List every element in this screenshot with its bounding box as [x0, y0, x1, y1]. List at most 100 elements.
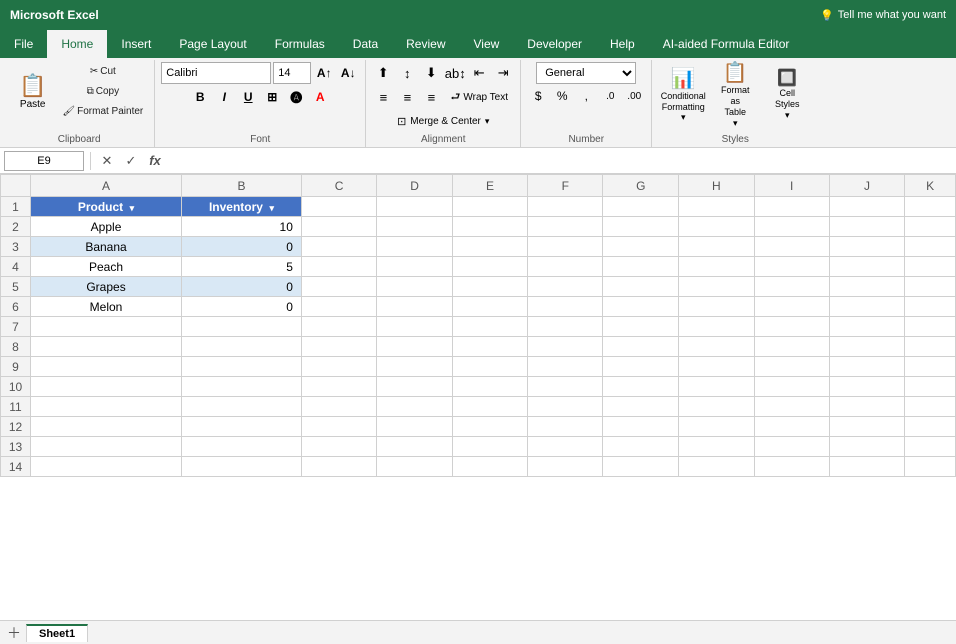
cell-A7[interactable]	[31, 317, 182, 337]
cell-G7[interactable]	[603, 317, 679, 337]
col-header-E[interactable]: E	[452, 175, 527, 197]
cell-D14[interactable]	[377, 457, 452, 477]
cell-G13[interactable]	[603, 437, 679, 457]
cell-D13[interactable]	[377, 437, 452, 457]
currency-btn[interactable]: $	[527, 86, 549, 106]
italic-button[interactable]: I	[213, 86, 235, 108]
align-center-btn[interactable]: ≡	[396, 86, 418, 108]
cell-B9[interactable]	[182, 357, 302, 377]
cell-C5[interactable]	[301, 277, 376, 297]
cell-F4[interactable]	[528, 257, 603, 277]
col-header-K[interactable]: K	[905, 175, 956, 197]
cell-E6[interactable]	[452, 297, 527, 317]
cell-C12[interactable]	[301, 417, 376, 437]
cell-F10[interactable]	[528, 377, 603, 397]
cell-E10[interactable]	[452, 377, 527, 397]
cell-A11[interactable]	[31, 397, 182, 417]
cell-K3[interactable]	[905, 237, 956, 257]
cell-H4[interactable]	[679, 257, 754, 277]
cancel-formula-btn[interactable]: ✕	[97, 151, 117, 171]
formula-input[interactable]	[169, 151, 952, 171]
row-num-2[interactable]: 2	[1, 217, 31, 237]
paste-button[interactable]: 📋 Paste	[10, 62, 55, 120]
cell-C4[interactable]	[301, 257, 376, 277]
cell-A5[interactable]: Grapes	[31, 277, 182, 297]
cell-F8[interactable]	[528, 337, 603, 357]
cell-K13[interactable]	[905, 437, 956, 457]
increase-font-btn[interactable]: A↑	[313, 62, 335, 84]
cell-G11[interactable]	[603, 397, 679, 417]
cell-D3[interactable]	[377, 237, 452, 257]
cell-D9[interactable]	[377, 357, 452, 377]
cell-K2[interactable]	[905, 217, 956, 237]
tell-me-bar[interactable]: 💡 Tell me what you want	[820, 9, 946, 22]
cell-J11[interactable]	[829, 397, 904, 417]
cell-J12[interactable]	[829, 417, 904, 437]
cell-K11[interactable]	[905, 397, 956, 417]
cell-A3[interactable]: Banana	[31, 237, 182, 257]
cell-E4[interactable]	[452, 257, 527, 277]
cell-D6[interactable]	[377, 297, 452, 317]
cell-J6[interactable]	[829, 297, 904, 317]
ribbon-tab-file[interactable]: File	[0, 30, 47, 58]
row-num-3[interactable]: 3	[1, 237, 31, 257]
row-num-6[interactable]: 6	[1, 297, 31, 317]
cell-H8[interactable]	[679, 337, 754, 357]
borders-button[interactable]: ⊞	[261, 86, 283, 108]
cell-F1[interactable]	[528, 197, 603, 217]
cell-A8[interactable]	[31, 337, 182, 357]
cell-I10[interactable]	[754, 377, 829, 397]
cell-A12[interactable]	[31, 417, 182, 437]
col-header-G[interactable]: G	[603, 175, 679, 197]
cell-E5[interactable]	[452, 277, 527, 297]
row-num-1[interactable]: 1	[1, 197, 31, 217]
cell-H12[interactable]	[679, 417, 754, 437]
align-right-btn[interactable]: ≡	[420, 86, 442, 108]
cell-J10[interactable]	[829, 377, 904, 397]
cell-H7[interactable]	[679, 317, 754, 337]
col-header-D[interactable]: D	[377, 175, 452, 197]
cell-I13[interactable]	[754, 437, 829, 457]
cut-button[interactable]: ✂ Cut	[57, 62, 148, 80]
decrease-decimal-btn[interactable]: .00	[623, 86, 645, 106]
text-direction-btn[interactable]: ab↕	[444, 62, 466, 84]
cell-F2[interactable]	[528, 217, 603, 237]
cell-D8[interactable]	[377, 337, 452, 357]
cell-H5[interactable]	[679, 277, 754, 297]
cell-J3[interactable]	[829, 237, 904, 257]
col-header-F[interactable]: F	[528, 175, 603, 197]
cell-E7[interactable]	[452, 317, 527, 337]
cell-K7[interactable]	[905, 317, 956, 337]
cell-B11[interactable]	[182, 397, 302, 417]
cell-J13[interactable]	[829, 437, 904, 457]
row-num-9[interactable]: 9	[1, 357, 31, 377]
cell-F14[interactable]	[528, 457, 603, 477]
conditional-formatting-button[interactable]: 📊 ConditionalFormatting ▾	[658, 65, 708, 125]
cell-G4[interactable]	[603, 257, 679, 277]
cell-D4[interactable]	[377, 257, 452, 277]
row-num-7[interactable]: 7	[1, 317, 31, 337]
cell-B13[interactable]	[182, 437, 302, 457]
filter-dropdown-icon-B[interactable]: ▾	[267, 203, 274, 213]
number-format-select[interactable]: General Number Currency Accounting Date …	[536, 62, 636, 84]
ribbon-tab-help[interactable]: Help	[596, 30, 649, 58]
ribbon-tab-ai_formula[interactable]: AI-aided Formula Editor	[649, 30, 804, 58]
cell-D7[interactable]	[377, 317, 452, 337]
cell-D5[interactable]	[377, 277, 452, 297]
cell-D10[interactable]	[377, 377, 452, 397]
cf-dropdown-icon[interactable]: ▾	[681, 112, 686, 123]
cell-E3[interactable]	[452, 237, 527, 257]
cell-F6[interactable]	[528, 297, 603, 317]
cell-B3[interactable]: 0	[182, 237, 302, 257]
cell-F11[interactable]	[528, 397, 603, 417]
ribbon-tab-view[interactable]: View	[460, 30, 514, 58]
font-size-input[interactable]	[273, 62, 311, 84]
cell-G14[interactable]	[603, 457, 679, 477]
cell-E1[interactable]	[452, 197, 527, 217]
cell-H1[interactable]	[679, 197, 754, 217]
cell-C8[interactable]	[301, 337, 376, 357]
cell-I11[interactable]	[754, 397, 829, 417]
col-header-B[interactable]: B	[182, 175, 302, 197]
cell-K12[interactable]	[905, 417, 956, 437]
cell-C10[interactable]	[301, 377, 376, 397]
